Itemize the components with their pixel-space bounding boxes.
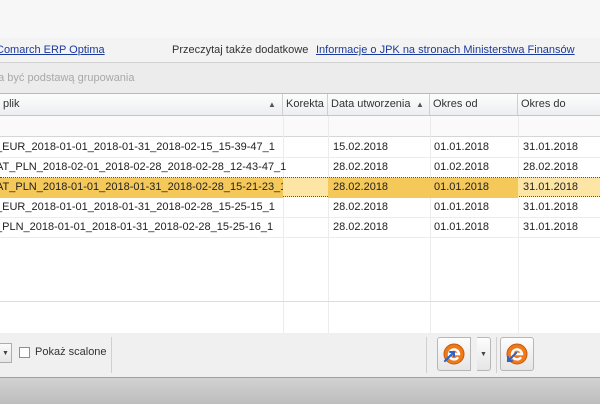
sort-asc-icon: ▲	[268, 100, 276, 109]
column-divider	[430, 302, 431, 334]
column-divider	[283, 302, 284, 334]
e-receive-icon	[506, 343, 528, 365]
period-from-cell: 01.01.2018	[434, 141, 490, 153]
status-bar	[0, 377, 600, 404]
filter-dropdown-button[interactable]: ▼	[0, 343, 12, 363]
show-merged-label: Pokaż scalone	[35, 346, 107, 358]
chevron-down-icon: ▼	[480, 351, 487, 358]
period-to-cell: 31.01.2018	[523, 221, 579, 233]
column-header-correction-label: Korekta	[286, 98, 324, 110]
send-options-dropdown[interactable]: ▼	[477, 337, 491, 371]
file-name-cell: AT_PLN_2018-02-01_2018-02-28_2018-02-28_…	[0, 161, 287, 173]
created-date-cell: 28.02.2018	[333, 201, 389, 213]
e-send-icon	[443, 343, 465, 365]
period-to-cell: 31.01.2018	[523, 181, 579, 193]
receive-upo-button[interactable]	[500, 337, 534, 371]
column-header-period-from[interactable]: Okres od	[430, 94, 518, 115]
period-from-cell: 01.01.2018	[434, 181, 490, 193]
filter-cell-correction[interactable]	[283, 116, 329, 136]
column-header-period-to[interactable]: Okres do	[518, 94, 600, 115]
file-name-cell: _EUR_2018-01-01_2018-01-31_2018-02-15_15…	[0, 141, 275, 153]
column-header-period-to-label: Okres do	[521, 98, 566, 110]
period-to-cell: 31.01.2018	[523, 201, 579, 213]
period-from-cell: 01.01.2018	[434, 221, 490, 233]
period-to-cell: 31.01.2018	[523, 141, 579, 153]
bottom-toolbar: ▼ Pokaż scalone ▼	[0, 333, 600, 377]
column-header-created[interactable]: Data utworzenia ▲	[328, 94, 430, 115]
jpk-files-grid: plik ▲ Korekta Data utworzenia ▲ Okres o…	[0, 93, 600, 334]
file-name-cell: AT_PLN_2018-01-01_2018-01-31_2018-02-28_…	[0, 178, 283, 198]
column-header-correction[interactable]: Korekta	[283, 94, 328, 115]
optima-link[interactable]: Comarch ERP Optima	[0, 44, 105, 56]
created-date-cell: 15.02.2018	[333, 141, 389, 153]
send-e-declaration-button[interactable]	[437, 337, 471, 371]
filter-row[interactable]	[0, 116, 600, 137]
grid-footer	[0, 301, 600, 334]
table-row-selected[interactable]: AT_PLN_2018-01-01_2018-01-31_2018-02-28_…	[0, 177, 600, 198]
table-row[interactable]: _EUR_2018-01-01_2018-01-31_2018-02-15_15…	[0, 137, 600, 158]
toolbar-separator	[496, 337, 497, 373]
table-row[interactable]: AT_PLN_2018-02-01_2018-02-28_2018-02-28_…	[0, 157, 600, 178]
column-divider	[328, 302, 329, 334]
table-row[interactable]: _EUR_2018-01-01_2018-01-31_2018-02-28_15…	[0, 197, 600, 218]
created-date-cell: 28.02.2018	[333, 161, 389, 173]
period-from-cell: 01.02.2018	[434, 161, 490, 173]
filter-cell-file[interactable]	[0, 116, 284, 136]
grid-header: plik ▲ Korekta Data utworzenia ▲ Okres o…	[0, 94, 600, 116]
jpk-info-link[interactable]: Informacje o JPK na stronach Ministerstw…	[316, 44, 575, 56]
table-row[interactable]: _PLN_2018-01-01_2018-01-31_2018-02-28_15…	[0, 217, 600, 238]
chevron-down-icon: ▼	[2, 350, 9, 357]
column-header-file-label: plik	[3, 98, 20, 110]
filter-cell-created[interactable]	[328, 116, 431, 136]
created-date-cell: 28.02.2018	[333, 221, 389, 233]
column-divider	[518, 302, 519, 334]
column-header-file[interactable]: plik ▲	[0, 94, 283, 115]
created-date-cell: 28.02.2018	[333, 181, 389, 193]
column-header-created-label: Data utworzenia	[331, 98, 411, 110]
info-links-bar: Comarch ERP Optima Przeczytaj także doda…	[0, 38, 600, 63]
period-from-cell: 01.01.2018	[434, 201, 490, 213]
file-name-cell: _PLN_2018-01-01_2018-01-31_2018-02-28_15…	[0, 221, 274, 233]
show-merged-checkbox[interactable]	[19, 347, 30, 358]
period-to-cell: 28.02.2018	[523, 161, 579, 173]
column-header-period-from-label: Okres od	[433, 98, 478, 110]
sort-asc-icon: ▲	[416, 100, 424, 109]
read-also-label: Przeczytaj także dodatkowe	[172, 44, 309, 56]
group-by-hint: na być podstawą grupowania	[0, 72, 135, 84]
filter-cell-period-from[interactable]	[430, 116, 519, 136]
window-top-band	[0, 0, 600, 39]
filter-cell-period-to[interactable]	[518, 116, 600, 136]
file-name-cell: _EUR_2018-01-01_2018-01-31_2018-02-28_15…	[0, 201, 275, 213]
toolbar-separator	[111, 337, 112, 373]
toolbar-separator	[426, 337, 427, 373]
group-by-panel[interactable]: na być podstawą grupowania	[0, 63, 600, 93]
